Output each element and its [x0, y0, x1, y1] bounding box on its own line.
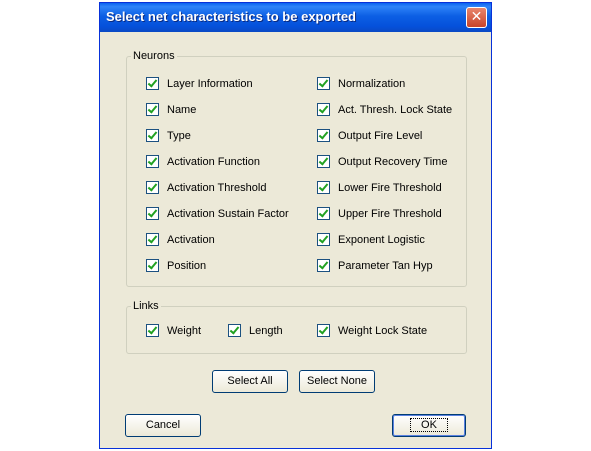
- select-none-button[interactable]: Select None: [299, 370, 375, 393]
- checkbox-upper-fire-threshold[interactable]: Upper Fire Threshold: [317, 207, 442, 220]
- checkbox-type[interactable]: Type: [146, 129, 191, 142]
- checkbox-box[interactable]: [317, 129, 330, 142]
- title-bar[interactable]: Select net characteristics to be exporte…: [100, 3, 491, 32]
- checkbox-label: Activation Sustain Factor: [167, 207, 289, 220]
- checkbox-box[interactable]: [317, 155, 330, 168]
- checkbox-label: Act. Thresh. Lock State: [338, 103, 453, 116]
- checkbox-box[interactable]: [317, 77, 330, 90]
- checkbox-layer-information[interactable]: Layer Information: [146, 77, 253, 90]
- cancel-button[interactable]: Cancel: [125, 414, 201, 437]
- checkbox-label: Activation Threshold: [167, 181, 267, 194]
- checkbox-activation[interactable]: Activation: [146, 233, 215, 246]
- select-all-button[interactable]: Select All: [212, 370, 288, 393]
- checkbox-activation-function[interactable]: Activation Function: [146, 155, 260, 168]
- checkbox-name[interactable]: Name: [146, 103, 196, 116]
- checkbox-label: Activation Function: [167, 155, 260, 168]
- checkbox-box[interactable]: [146, 207, 159, 220]
- checkbox-act-thresh-lock-state[interactable]: Act. Thresh. Lock State: [317, 103, 452, 116]
- checkbox-box[interactable]: [317, 207, 330, 220]
- checkbox-lower-fire-threshold[interactable]: Lower Fire Threshold: [317, 181, 442, 194]
- close-icon: ✕: [470, 9, 483, 25]
- checkbox-box[interactable]: [317, 103, 330, 116]
- checkbox-position[interactable]: Position: [146, 259, 206, 272]
- checkbox-label: Name: [167, 103, 197, 116]
- neurons-group-label: Neurons: [133, 50, 175, 62]
- checkbox-box[interactable]: [317, 233, 330, 246]
- checkbox-box[interactable]: [317, 181, 330, 194]
- dialog-title: Select net characteristics to be exporte…: [106, 9, 356, 24]
- checkbox-label: Output Fire Level: [338, 129, 423, 142]
- checkbox-output-recovery-time[interactable]: Output Recovery Time: [317, 155, 447, 168]
- checkbox-label: Activation: [167, 233, 215, 246]
- checkbox-label: Parameter Tan Hyp: [338, 259, 433, 272]
- checkbox-label: Position: [167, 259, 207, 272]
- checkbox-weight[interactable]: Weight: [146, 324, 201, 337]
- checkbox-box[interactable]: [146, 259, 159, 272]
- checkbox-box[interactable]: [146, 324, 159, 337]
- ok-button-label: OK: [410, 418, 448, 432]
- checkbox-box[interactable]: [146, 181, 159, 194]
- checkbox-label: Weight Lock State: [338, 324, 428, 337]
- checkbox-label: Output Recovery Time: [338, 155, 448, 168]
- checkbox-parameter-tan-hyp[interactable]: Parameter Tan Hyp: [317, 259, 433, 272]
- checkbox-box[interactable]: [317, 259, 330, 272]
- checkbox-activation-sustain-factor[interactable]: Activation Sustain Factor: [146, 207, 289, 220]
- checkbox-output-fire-level[interactable]: Output Fire Level: [317, 129, 422, 142]
- checkbox-length[interactable]: Length: [228, 324, 283, 337]
- checkbox-label: Weight: [167, 324, 202, 337]
- links-group-label: Links: [133, 300, 159, 312]
- checkbox-label: Length: [249, 324, 283, 337]
- checkbox-weight-lock-state[interactable]: Weight Lock State: [317, 324, 427, 337]
- checkbox-label: Lower Fire Threshold: [338, 181, 442, 194]
- checkbox-box[interactable]: [146, 77, 159, 90]
- checkbox-box[interactable]: [146, 103, 159, 116]
- checkbox-exponent-logistic[interactable]: Exponent Logistic: [317, 233, 425, 246]
- checkbox-label: Normalization: [338, 77, 406, 90]
- checkbox-box[interactable]: [146, 233, 159, 246]
- ok-button[interactable]: OK: [392, 414, 466, 437]
- checkbox-normalization[interactable]: Normalization: [317, 77, 405, 90]
- close-button[interactable]: ✕: [466, 7, 487, 28]
- checkbox-box[interactable]: [228, 324, 241, 337]
- checkbox-activation-threshold[interactable]: Activation Threshold: [146, 181, 266, 194]
- checkbox-box[interactable]: [317, 324, 330, 337]
- checkbox-label: Upper Fire Threshold: [338, 207, 442, 220]
- checkbox-label: Layer Information: [167, 77, 253, 90]
- checkbox-label: Exponent Logistic: [338, 233, 425, 246]
- checkbox-box[interactable]: [146, 155, 159, 168]
- checkbox-box[interactable]: [146, 129, 159, 142]
- checkbox-label: Type: [167, 129, 191, 142]
- export-dialog: Select net characteristics to be exporte…: [99, 2, 492, 449]
